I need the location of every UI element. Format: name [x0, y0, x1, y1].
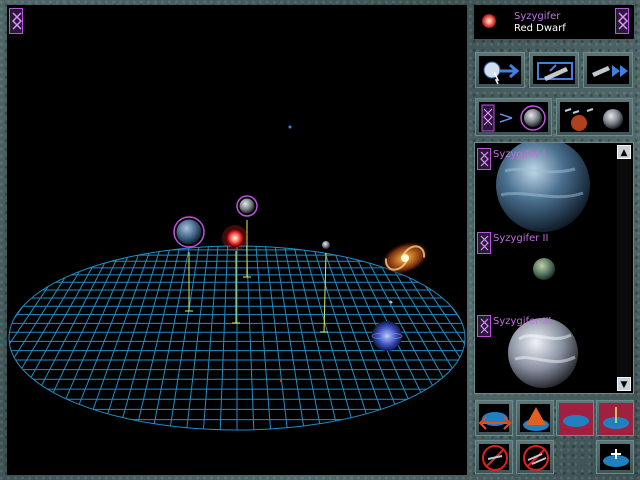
no-route-icon — [482, 445, 508, 471]
ship-launch-icon — [537, 62, 573, 81]
knot-icon — [480, 151, 489, 167]
view-menu-button[interactable] — [9, 8, 23, 34]
grid-pyramid-icon — [523, 407, 549, 431]
planet-select-button[interactable] — [477, 148, 491, 170]
blue-star-marker[interactable] — [371, 321, 403, 351]
height-stems — [188, 220, 327, 333]
planet-route-icon — [481, 104, 546, 132]
hide-routes-button[interactable] — [475, 440, 513, 474]
starmap-canvas — [8, 125, 466, 431]
planet-marker[interactable] — [236, 195, 258, 217]
hide-fleets-button[interactable] — [516, 440, 554, 474]
planet-label: Syzygifer III — [493, 316, 552, 327]
star-menu-button[interactable] — [615, 8, 629, 34]
planet-label: Syzygifer I — [493, 149, 546, 160]
distant-star — [288, 125, 292, 129]
grid-rotate-button[interactable] — [475, 400, 513, 436]
red-star-icon — [482, 14, 496, 28]
grid-arrows-icon — [478, 412, 512, 430]
grid-plus-icon — [603, 449, 629, 467]
distant-star — [389, 300, 393, 304]
knot-icon — [480, 235, 489, 251]
grid-flat-button[interactable] — [556, 400, 594, 436]
planet-marker[interactable] — [322, 241, 330, 249]
grid-tilt-button[interactable] — [516, 400, 554, 436]
star-name: Syzygifer — [514, 11, 561, 22]
time-advance-button[interactable] — [475, 52, 525, 88]
knot-icon — [11, 12, 23, 30]
scroll-down-button[interactable]: ▼ — [617, 377, 631, 391]
no-fleet-icon — [523, 445, 549, 471]
planet-select-button[interactable] — [477, 232, 491, 254]
launch-ship-button[interactable] — [529, 52, 579, 88]
star-marker[interactable] — [222, 225, 248, 251]
grid-center-button[interactable] — [596, 440, 634, 474]
planet-list-canvas — [496, 143, 590, 388]
clock-arrow-icon — [483, 61, 520, 85]
star-type: Red Dwarf — [514, 23, 566, 34]
fleet-move-button[interactable] — [583, 52, 633, 88]
planet-marker[interactable] — [173, 216, 205, 248]
planet-list[interactable]: Syzygifer I Syzygifer II Syzygifer III ▲… — [474, 142, 634, 394]
grid-flat-icon — [559, 403, 593, 435]
planet-image — [533, 258, 555, 280]
grid-axis-icon — [599, 403, 633, 435]
knot-icon — [480, 318, 489, 334]
fleet-planets-icon — [564, 108, 623, 131]
planet-select-button[interactable] — [477, 315, 491, 337]
galaxy-viewport[interactable] — [7, 5, 467, 475]
knot-icon — [617, 12, 629, 30]
planet-list-scrollbar[interactable]: ▲ ▼ — [617, 145, 631, 391]
scroll-up-button[interactable]: ▲ — [617, 145, 631, 159]
planet-route-button[interactable] — [475, 98, 552, 136]
planet-label: Syzygifer II — [493, 233, 549, 244]
distant-star — [279, 379, 283, 383]
fleet-planets-button[interactable] — [556, 98, 633, 136]
grid-axis-button[interactable] — [596, 400, 634, 436]
planet-image — [508, 318, 578, 388]
ship-fleet-icon — [592, 65, 628, 77]
